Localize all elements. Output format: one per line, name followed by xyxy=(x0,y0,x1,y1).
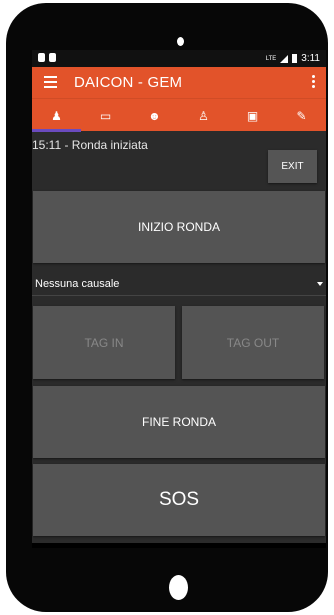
person-icon: ♙ xyxy=(198,108,209,123)
tab-person-pin[interactable]: ♟ xyxy=(32,99,81,132)
person-pin-icon: ♟ xyxy=(51,108,62,123)
navigation-bar xyxy=(32,543,326,548)
group-icon: ☻ xyxy=(148,108,161,123)
round-status-text: 15:11 - Ronda iniziata xyxy=(32,138,148,152)
tab-group[interactable]: ☻ xyxy=(130,99,179,132)
end-round-button[interactable]: FINE RONDA xyxy=(33,386,325,458)
tag-in-button[interactable]: TAG IN xyxy=(33,306,175,379)
more-options-icon[interactable] xyxy=(312,75,316,90)
chat-icon: ▭ xyxy=(99,108,112,123)
app-title: DAICON - GEM xyxy=(74,74,183,91)
exit-button[interactable]: EXIT xyxy=(268,150,317,183)
front-camera xyxy=(177,37,184,46)
calendar-icon: ▣ xyxy=(246,108,259,123)
reason-select-value: Nessuna causale xyxy=(35,278,120,290)
start-round-button[interactable]: INIZIO RONDA xyxy=(33,191,325,263)
tab-bar: ♟ ▭ ☻ ♙ ▣ ✎ xyxy=(32,98,326,132)
nav-buttons xyxy=(32,543,326,548)
network-type: LTE xyxy=(265,55,277,62)
sos-button[interactable]: SOS xyxy=(33,464,325,536)
sd-card-icon xyxy=(38,53,45,62)
device-screen: LTE 3:11 DAICON - GEM ♟ ▭ ☻ ♙ ▣ ✎ 15:11 … xyxy=(32,50,326,548)
tag-out-button[interactable]: TAG OUT xyxy=(182,306,324,379)
signal-icon xyxy=(280,54,289,63)
tab-person[interactable]: ♙ xyxy=(179,99,228,132)
status-bar: LTE 3:11 xyxy=(32,50,326,67)
tab-calendar[interactable]: ▣ xyxy=(228,99,277,132)
notification-icons xyxy=(38,53,56,62)
dropdown-arrow-icon xyxy=(317,282,323,286)
system-indicators: LTE 3:11 xyxy=(266,53,320,64)
reason-select[interactable]: Nessuna causale xyxy=(32,272,326,296)
hardware-home-button[interactable] xyxy=(169,575,188,600)
app-bar: DAICON - GEM xyxy=(32,67,326,98)
menu-icon[interactable] xyxy=(44,76,57,88)
edit-icon: ✎ xyxy=(296,108,307,123)
tab-chat[interactable]: ▭ xyxy=(81,99,130,132)
notification-icon xyxy=(49,53,56,62)
tab-edit[interactable]: ✎ xyxy=(277,99,326,132)
phone-frame: LTE 3:11 DAICON - GEM ♟ ▭ ☻ ♙ ▣ ✎ 15:11 … xyxy=(6,3,328,612)
clock: 3:11 xyxy=(301,53,320,64)
battery-icon xyxy=(292,54,298,63)
